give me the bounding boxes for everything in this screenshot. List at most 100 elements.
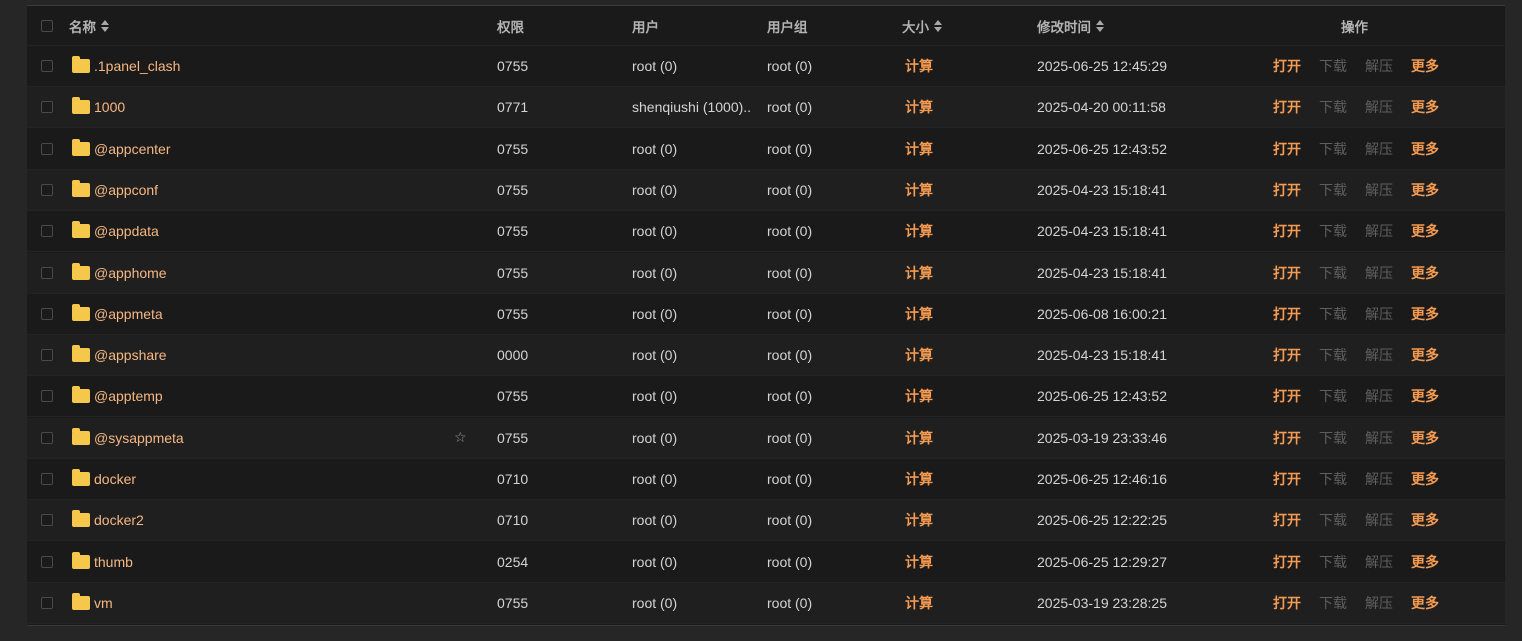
owner-user[interactable]: root (0) bbox=[632, 418, 752, 458]
owner-user[interactable]: root (0) bbox=[632, 294, 752, 334]
extract-button[interactable]: 解压 bbox=[1365, 139, 1393, 159]
header-size[interactable]: 大小 bbox=[902, 6, 942, 45]
row-checkbox[interactable] bbox=[41, 307, 53, 320]
download-button[interactable]: 下载 bbox=[1319, 386, 1347, 406]
table-row[interactable]: docker 0710 root (0) root (0) 计算 2025-06-25 1… bbox=[27, 459, 1505, 500]
owner-user[interactable]: root (0) bbox=[632, 335, 752, 375]
row-checkbox[interactable] bbox=[41, 596, 53, 609]
file-name-label[interactable]: thumb bbox=[94, 554, 133, 570]
extract-button[interactable]: 解压 bbox=[1365, 304, 1393, 324]
table-row[interactable]: 1000 0771 shenqiushi (1000)... root (0) 计算 20… bbox=[27, 87, 1505, 129]
extract-button[interactable]: 解压 bbox=[1365, 56, 1393, 76]
download-button[interactable]: 下载 bbox=[1319, 221, 1347, 241]
owner-user[interactable]: root (0) bbox=[632, 376, 752, 416]
extract-button[interactable]: 解压 bbox=[1365, 428, 1393, 448]
file-name-label[interactable]: 1000 bbox=[94, 99, 125, 115]
file-name[interactable]: @appcenter bbox=[69, 129, 170, 169]
extract-button[interactable]: 解压 bbox=[1365, 510, 1393, 530]
row-checkbox[interactable] bbox=[41, 225, 53, 238]
download-button[interactable]: 下载 bbox=[1319, 593, 1347, 613]
row-checkbox[interactable] bbox=[41, 101, 53, 114]
download-button[interactable]: 下载 bbox=[1319, 56, 1347, 76]
extract-button[interactable]: 解压 bbox=[1365, 386, 1393, 406]
file-name-label[interactable]: @appdata bbox=[94, 223, 159, 239]
more-button[interactable]: 更多 bbox=[1411, 56, 1439, 76]
extract-button[interactable]: 解压 bbox=[1365, 345, 1393, 365]
table-row[interactable]: thumb 0254 root (0) root (0) 计算 2025-06-25 12… bbox=[27, 542, 1505, 583]
row-checkbox[interactable] bbox=[41, 431, 53, 444]
more-button[interactable]: 更多 bbox=[1411, 139, 1439, 159]
permission[interactable]: 0254 bbox=[497, 542, 528, 582]
owner-group[interactable]: root (0) bbox=[767, 211, 812, 251]
permission[interactable]: 0755 bbox=[497, 46, 528, 86]
calculate-size-button[interactable]: 计算 bbox=[902, 386, 933, 406]
open-button[interactable]: 打开 bbox=[1273, 510, 1301, 530]
calculate-size-button[interactable]: 计算 bbox=[902, 221, 933, 241]
calculate-size-button[interactable]: 计算 bbox=[902, 56, 933, 76]
permission[interactable]: 0755 bbox=[497, 170, 528, 210]
table-row[interactable]: vm 0755 root (0) root (0) 计算 2025-03-19 23:28… bbox=[27, 582, 1505, 624]
file-name[interactable]: .1panel_clash bbox=[69, 46, 180, 86]
permission[interactable]: 0710 bbox=[497, 500, 528, 540]
extract-button[interactable]: 解压 bbox=[1365, 263, 1393, 283]
row-checkbox[interactable] bbox=[41, 142, 53, 155]
file-name[interactable]: docker bbox=[69, 459, 136, 499]
download-button[interactable]: 下载 bbox=[1319, 263, 1347, 283]
permission[interactable]: 0710 bbox=[497, 459, 528, 499]
owner-user[interactable]: root (0) bbox=[632, 542, 752, 582]
calculate-size-button[interactable]: 计算 bbox=[902, 304, 933, 324]
file-name[interactable]: @appshare bbox=[69, 335, 167, 375]
owner-group[interactable]: root (0) bbox=[767, 376, 812, 416]
more-button[interactable]: 更多 bbox=[1411, 552, 1439, 572]
owner-group[interactable]: root (0) bbox=[767, 335, 812, 375]
calculate-size-button[interactable]: 计算 bbox=[902, 180, 933, 200]
permission[interactable]: 0000 bbox=[497, 335, 528, 375]
file-name-label[interactable]: @appconf bbox=[94, 182, 158, 198]
row-checkbox[interactable] bbox=[41, 390, 53, 403]
open-button[interactable]: 打开 bbox=[1273, 56, 1301, 76]
download-button[interactable]: 下载 bbox=[1319, 552, 1347, 572]
open-button[interactable]: 打开 bbox=[1273, 469, 1301, 489]
calculate-size-button[interactable]: 计算 bbox=[902, 593, 933, 613]
owner-user[interactable]: shenqiushi (1000)... bbox=[632, 87, 752, 127]
select-all-checkbox[interactable] bbox=[41, 19, 53, 32]
permission[interactable]: 0755 bbox=[497, 418, 528, 458]
permission[interactable]: 0755 bbox=[497, 129, 528, 169]
file-name-label[interactable]: docker2 bbox=[94, 512, 144, 528]
download-button[interactable]: 下载 bbox=[1319, 139, 1347, 159]
more-button[interactable]: 更多 bbox=[1411, 263, 1439, 283]
owner-group[interactable]: root (0) bbox=[767, 46, 812, 86]
row-checkbox[interactable] bbox=[41, 473, 53, 485]
table-row[interactable]: @appconf 0755 root (0) root (0) 计算 2025-04-23… bbox=[27, 169, 1505, 211]
open-button[interactable]: 打开 bbox=[1273, 428, 1301, 448]
open-button[interactable]: 打开 bbox=[1273, 593, 1301, 613]
header-mtime[interactable]: 修改时间 bbox=[1037, 6, 1104, 45]
permission[interactable]: 0755 bbox=[497, 294, 528, 334]
permission[interactable]: 0755 bbox=[497, 583, 528, 623]
permission[interactable]: 0755 bbox=[497, 376, 528, 416]
more-button[interactable]: 更多 bbox=[1411, 593, 1439, 613]
file-name[interactable]: @appmeta bbox=[69, 294, 163, 334]
permission[interactable]: 0755 bbox=[497, 253, 528, 293]
file-name[interactable]: docker2 bbox=[69, 500, 144, 540]
calculate-size-button[interactable]: 计算 bbox=[902, 263, 933, 283]
file-name[interactable]: 1000 bbox=[69, 87, 125, 127]
file-name-label[interactable]: @appshare bbox=[94, 347, 167, 363]
open-button[interactable]: 打开 bbox=[1273, 386, 1301, 406]
owner-group[interactable]: root (0) bbox=[767, 294, 812, 334]
table-row[interactable]: @appmeta 0755 root (0) root (0) 计算 2025-06-08… bbox=[27, 294, 1505, 335]
file-name[interactable]: @appconf bbox=[69, 170, 158, 210]
row-checkbox[interactable] bbox=[41, 555, 53, 568]
file-name[interactable]: @appdata bbox=[69, 211, 159, 251]
calculate-size-button[interactable]: 计算 bbox=[902, 552, 933, 572]
table-row[interactable]: @sysappmeta ☆ 0755 root (0) root (0) 计算 2025-0… bbox=[27, 417, 1505, 459]
owner-user[interactable]: root (0) bbox=[632, 170, 752, 210]
table-row[interactable]: docker2 0710 root (0) root (0) 计算 2025-06-25 … bbox=[27, 500, 1505, 542]
owner-group[interactable]: root (0) bbox=[767, 542, 812, 582]
owner-user[interactable]: root (0) bbox=[632, 253, 752, 293]
owner-user[interactable]: root (0) bbox=[632, 583, 752, 623]
calculate-size-button[interactable]: 计算 bbox=[902, 428, 933, 448]
owner-group[interactable]: root (0) bbox=[767, 459, 812, 499]
row-checkbox[interactable] bbox=[41, 514, 53, 527]
file-name-label[interactable]: @apphome bbox=[94, 265, 167, 281]
